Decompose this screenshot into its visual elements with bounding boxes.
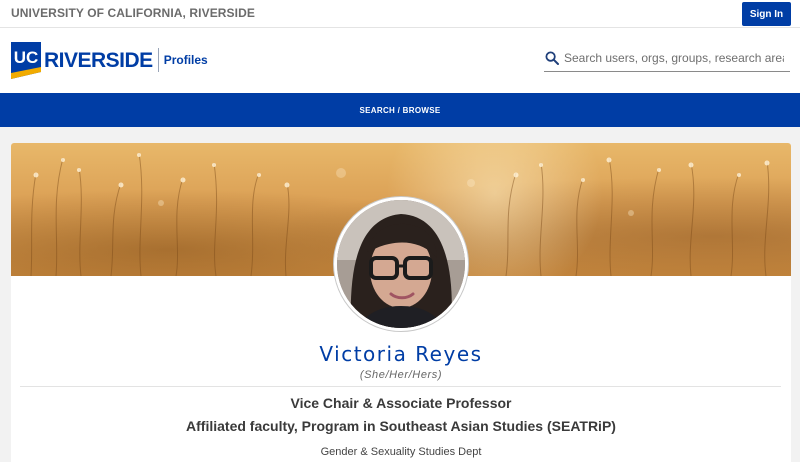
ucr-logo-icon: UC [11, 41, 41, 79]
utility-bar: UNIVERSITY OF CALIFORNIA, RIVERSIDE Sign… [0, 0, 800, 28]
nav-search-browse[interactable]: SEARCH / BROWSE [360, 106, 441, 115]
site-header: UC RIVERSIDE Profiles [0, 28, 800, 93]
avatar-portrait-graphic [337, 200, 465, 328]
profile-card: Victoria Reyes (She/Her/Hers) Vice Chair… [11, 143, 791, 462]
profile-pronouns: (She/Her/Hers) [359, 369, 443, 381]
profile-title-primary: Vice Chair & Associate Professor [290, 395, 512, 411]
logo-divider [157, 48, 159, 72]
profile-divider [20, 386, 781, 387]
logo-wordmark: RIVERSIDE [44, 48, 153, 72]
logo-subtitle: Profiles [163, 53, 208, 67]
ucr-profiles-logo[interactable]: UC RIVERSIDE Profiles [11, 41, 208, 79]
profile-photo[interactable] [334, 197, 468, 331]
logo-mark-text: UC [14, 48, 39, 67]
profile-title-secondary: Affiliated faculty, Program in Southeast… [186, 418, 616, 434]
search-box[interactable] [544, 44, 790, 72]
sign-in-button[interactable]: Sign In [742, 2, 791, 26]
main-nav: SEARCH / BROWSE [0, 93, 800, 127]
university-name[interactable]: UNIVERSITY OF CALIFORNIA, RIVERSIDE [11, 6, 255, 20]
profile-department[interactable]: Gender & Sexuality Studies Dept [11, 446, 791, 458]
profile-name: Victoria Reyes [319, 342, 483, 366]
search-input[interactable] [564, 50, 784, 65]
search-icon[interactable] [545, 51, 559, 65]
